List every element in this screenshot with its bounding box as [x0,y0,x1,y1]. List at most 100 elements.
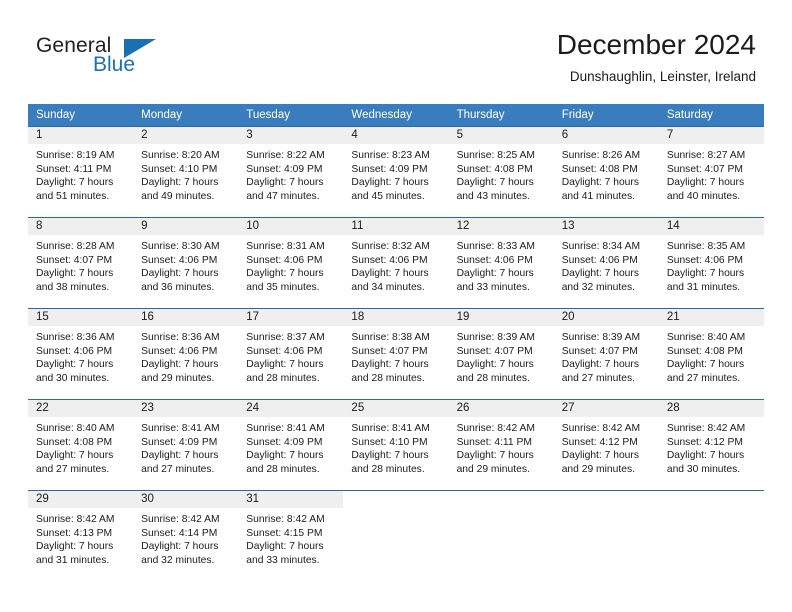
general-blue-logo[interactable]: General Blue [36,34,216,82]
day-details: Sunrise: 8:40 AM Sunset: 4:08 PM Daylight:… [28,417,133,476]
day-cell-content: 28 Sunrise: 8:42 AM Sunset: 4:12 PM Dayligh… [658,400,764,490]
daylight-text-line1: Daylight: 7 hours [561,177,639,189]
daylight-text-line1: Daylight: 7 hours [666,359,745,371]
day-number: 5 [448,127,554,144]
calendar-day-cell[interactable]: 28 Sunrise: 8:42 AM Sunset: 4:12 PM Dayligh… [658,399,764,491]
day-number: 20 [553,309,659,326]
daylight-text-line2: and 49 minutes. [141,190,215,202]
daylight-text-line2: and 28 minutes. [351,463,425,475]
calendar-day-cell[interactable]: 14 Sunrise: 8:35 AM Sunset: 4:06 PM Dayligh… [658,217,764,309]
day-cell-content: 21 Sunrise: 8:40 AM Sunset: 4:08 PM Dayligh… [658,309,764,399]
calendar-day-cell[interactable]: 8 Sunrise: 8:28 AM Sunset: 4:07 PM Daylight… [28,217,134,309]
day-number: 8 [28,218,134,235]
calendar-day-cell[interactable]: 27 Sunrise: 8:42 AM Sunset: 4:12 PM Dayligh… [553,399,659,491]
calendar-day-cell[interactable]: 25 Sunrise: 8:41 AM Sunset: 4:10 PM Dayligh… [343,399,449,491]
sunrise-text: Sunrise: 8:35 AM [666,241,746,252]
day-cell-content [659,491,764,581]
calendar-day-cell[interactable]: 26 Sunrise: 8:42 AM Sunset: 4:11 PM Dayligh… [448,399,554,491]
sunset-text: Sunset: 4:08 PM [36,436,113,448]
calendar-day-cell[interactable]: 10 Sunrise: 8:31 AM Sunset: 4:06 PM Dayligh… [238,217,344,309]
calendar-day-cell[interactable]: 23 Sunrise: 8:41 AM Sunset: 4:09 PM Dayligh… [133,399,239,491]
day-details [343,508,448,513]
calendar-day-cell[interactable]: 3 Sunrise: 8:22 AM Sunset: 4:09 PM Daylight… [238,126,344,218]
sunrise-text: Sunrise: 8:32 AM [351,241,430,252]
day-details: Sunrise: 8:32 AM Sunset: 4:06 PM Daylight:… [343,235,448,294]
sunrise-text: Sunrise: 8:38 AM [351,332,430,343]
day-details: Sunrise: 8:23 AM Sunset: 4:09 PM Daylight:… [343,144,448,203]
sunset-text: Sunset: 4:08 PM [456,163,533,175]
calendar-day-cell[interactable]: 2 Sunrise: 8:20 AM Sunset: 4:10 PM Daylight… [133,126,239,218]
calendar-day-cell[interactable]: 31 Sunrise: 8:42 AM Sunset: 4:15 PM Dayligh… [238,490,344,581]
weekday-header-sunday: Sunday [28,104,134,127]
sunset-text: Sunset: 4:07 PM [351,345,428,357]
daylight-text-line1: Daylight: 7 hours [141,359,219,371]
day-cell-content [343,491,448,581]
daylight-text-line2: and 29 minutes. [141,372,215,384]
daylight-text-line1: Daylight: 7 hours [561,450,639,462]
day-details: Sunrise: 8:39 AM Sunset: 4:07 PM Daylight:… [554,326,659,385]
sunset-text: Sunset: 4:06 PM [666,254,743,266]
calendar-day-cell[interactable]: 20 Sunrise: 8:39 AM Sunset: 4:07 PM Dayligh… [553,308,659,400]
day-cell-content: 27 Sunrise: 8:42 AM Sunset: 4:12 PM Dayligh… [553,400,659,490]
calendar-day-cell[interactable]: 4 Sunrise: 8:23 AM Sunset: 4:09 PM Daylight… [343,126,449,218]
calendar-day-cell[interactable]: 5 Sunrise: 8:25 AM Sunset: 4:08 PM Daylight… [448,126,554,218]
calendar-day-cell[interactable]: 22 Sunrise: 8:40 AM Sunset: 4:08 PM Dayligh… [28,399,134,491]
calendar-day-cell[interactable]: 1 Sunrise: 8:19 AM Sunset: 4:11 PM Daylight… [28,126,134,218]
calendar-day-cell[interactable]: 21 Sunrise: 8:40 AM Sunset: 4:08 PM Dayligh… [658,308,764,400]
calendar-day-cell[interactable]: 15 Sunrise: 8:36 AM Sunset: 4:06 PM Dayligh… [28,308,134,400]
day-cell-content: 7 Sunrise: 8:27 AM Sunset: 4:07 PM Daylight… [658,127,764,217]
daylight-text-line1: Daylight: 7 hours [36,268,114,280]
sunrise-text: Sunrise: 8:39 AM [456,332,535,343]
calendar-day-cell[interactable]: 7 Sunrise: 8:27 AM Sunset: 4:07 PM Daylight… [658,126,764,218]
page-subtitle: Dunshaughlin, Leinster, Ireland [569,69,756,84]
day-details: Sunrise: 8:36 AM Sunset: 4:06 PM Daylight:… [28,326,133,385]
day-details: Sunrise: 8:41 AM Sunset: 4:09 PM Daylight:… [238,417,343,476]
day-number: 17 [238,309,344,326]
day-cell-content: 12 Sunrise: 8:33 AM Sunset: 4:06 PM Dayligh… [448,218,554,308]
day-cell-content: 1 Sunrise: 8:19 AM Sunset: 4:11 PM Daylight… [28,127,134,217]
daylight-text-line2: and 28 minutes. [351,372,425,384]
calendar-day-cell[interactable]: 18 Sunrise: 8:38 AM Sunset: 4:07 PM Dayligh… [343,308,449,400]
daylight-text-line1: Daylight: 7 hours [351,359,429,371]
day-cell-content: 30 Sunrise: 8:42 AM Sunset: 4:14 PM Dayligh… [133,491,239,581]
day-number: 19 [448,309,554,326]
daylight-text-line1: Daylight: 7 hours [456,450,534,462]
calendar-day-cell[interactable]: 17 Sunrise: 8:37 AM Sunset: 4:06 PM Dayligh… [238,308,344,400]
calendar-day-cell[interactable]: 24 Sunrise: 8:41 AM Sunset: 4:09 PM Dayligh… [238,399,344,491]
sunrise-text: Sunrise: 8:27 AM [666,150,746,161]
calendar-grid: Sunday Monday Tuesday Wednesday Thursday… [28,104,764,581]
day-number: 29 [28,491,134,508]
calendar-day-cell[interactable]: 19 Sunrise: 8:39 AM Sunset: 4:07 PM Dayligh… [448,308,554,400]
calendar-day-cell[interactable]: 12 Sunrise: 8:33 AM Sunset: 4:06 PM Dayligh… [448,217,554,309]
calendar-day-cell [448,490,554,581]
daylight-text-line2: and 45 minutes. [351,190,425,202]
sunrise-text: Sunrise: 8:41 AM [246,423,325,434]
sunrise-text: Sunrise: 8:39 AM [561,332,641,343]
daylight-text-line1: Daylight: 7 hours [666,450,745,462]
calendar-day-cell[interactable]: 11 Sunrise: 8:32 AM Sunset: 4:06 PM Dayligh… [343,217,449,309]
sunrise-text: Sunrise: 8:40 AM [36,423,115,434]
day-cell-content: 26 Sunrise: 8:42 AM Sunset: 4:11 PM Dayligh… [448,400,554,490]
day-details: Sunrise: 8:40 AM Sunset: 4:08 PM Daylight:… [659,326,764,385]
day-cell-content: 9 Sunrise: 8:30 AM Sunset: 4:06 PM Daylight… [133,218,239,308]
calendar-day-cell[interactable]: 29 Sunrise: 8:42 AM Sunset: 4:13 PM Dayligh… [28,490,134,581]
calendar-day-cell[interactable]: 9 Sunrise: 8:30 AM Sunset: 4:06 PM Daylight… [133,217,239,309]
day-cell-content: 11 Sunrise: 8:32 AM Sunset: 4:06 PM Dayligh… [343,218,449,308]
sunrise-text: Sunrise: 8:41 AM [351,423,430,434]
day-details: Sunrise: 8:38 AM Sunset: 4:07 PM Daylight:… [343,326,448,385]
sunrise-text: Sunrise: 8:28 AM [36,241,115,252]
day-details: Sunrise: 8:39 AM Sunset: 4:07 PM Daylight:… [449,326,554,385]
sunset-text: Sunset: 4:14 PM [141,527,218,539]
calendar-day-cell[interactable]: 13 Sunrise: 8:34 AM Sunset: 4:06 PM Dayligh… [553,217,659,309]
calendar-day-cell[interactable]: 16 Sunrise: 8:36 AM Sunset: 4:06 PM Dayligh… [133,308,239,400]
daylight-text-line2: and 33 minutes. [246,554,320,566]
daylight-text-line2: and 28 minutes. [246,463,320,475]
daylight-text-line1: Daylight: 7 hours [141,177,219,189]
day-number [449,491,554,508]
sunset-text: Sunset: 4:06 PM [246,254,323,266]
calendar-day-cell[interactable]: 6 Sunrise: 8:26 AM Sunset: 4:08 PM Daylight… [553,126,659,218]
day-number: 12 [448,218,554,235]
daylight-text-line1: Daylight: 7 hours [351,177,429,189]
calendar-day-cell[interactable]: 30 Sunrise: 8:42 AM Sunset: 4:14 PM Dayligh… [133,490,239,581]
daylight-text-line1: Daylight: 7 hours [666,177,745,189]
